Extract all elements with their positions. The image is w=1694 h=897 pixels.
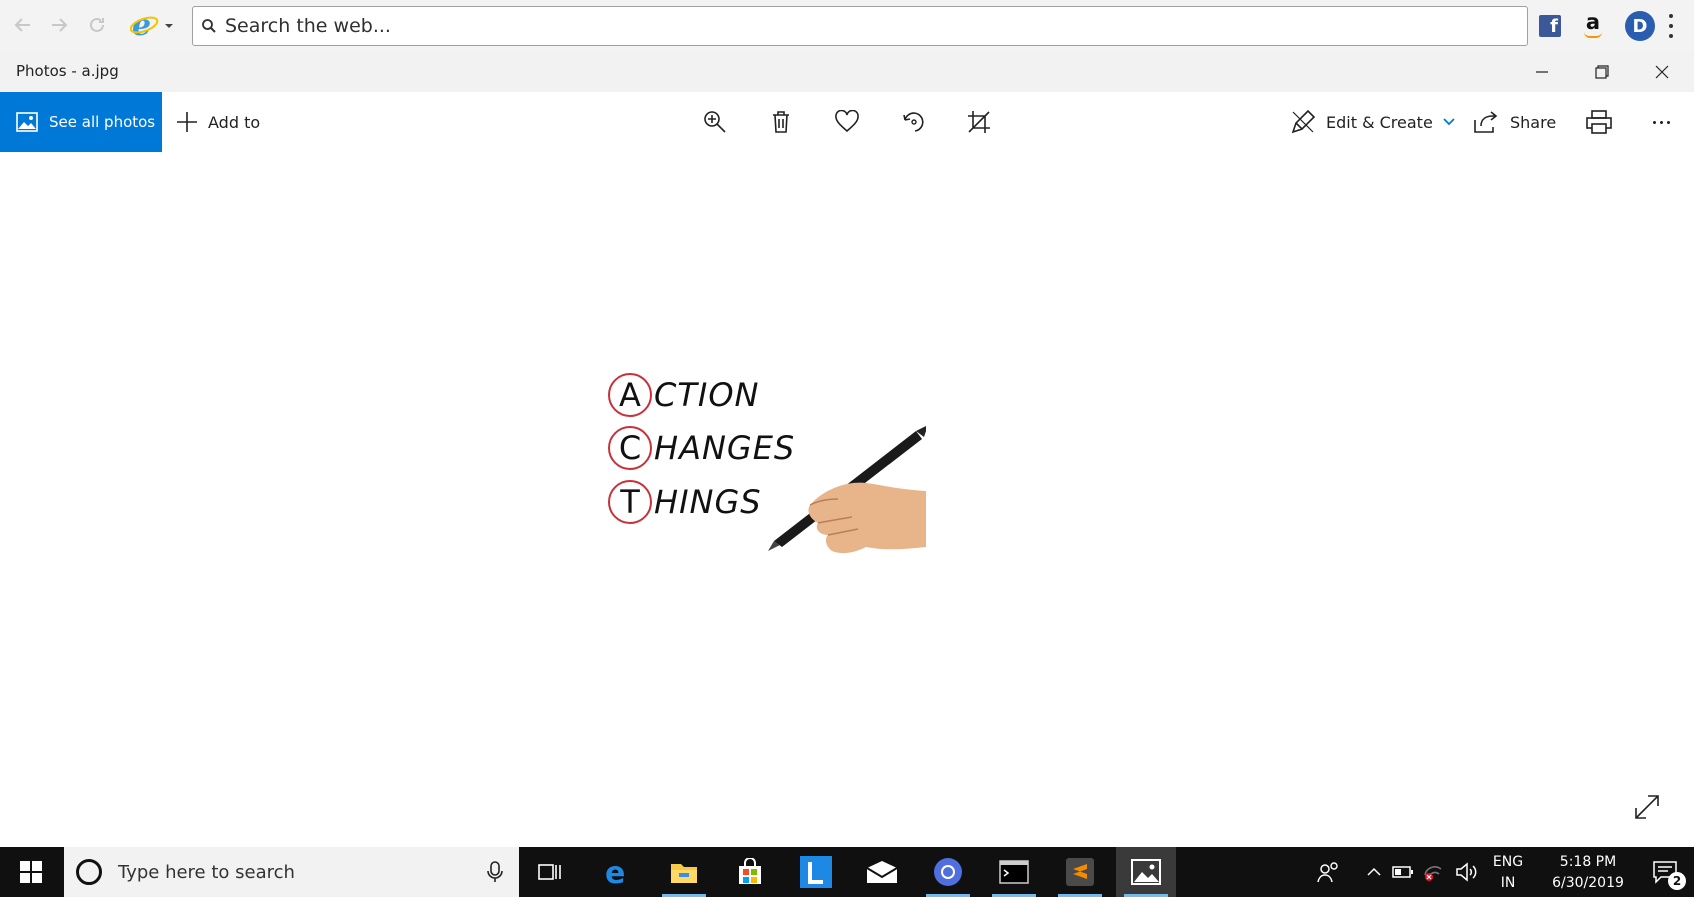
chevron-down-icon bbox=[1443, 118, 1455, 126]
terminal-icon[interactable] bbox=[984, 847, 1044, 897]
action-center-icon[interactable]: 2 bbox=[1636, 847, 1694, 897]
l-app-icon[interactable] bbox=[786, 847, 846, 897]
network-disconnected-icon[interactable] bbox=[1418, 847, 1448, 897]
hand-with-pen-icon bbox=[768, 426, 926, 553]
photo-line-1: A CTION bbox=[608, 373, 759, 417]
photos-gallery-icon bbox=[16, 112, 38, 132]
internet-explorer-icon[interactable]: e bbox=[130, 10, 176, 40]
more-options-icon[interactable] bbox=[1646, 107, 1676, 137]
add-to-label: Add to bbox=[208, 112, 261, 132]
microsoft-store-icon[interactable] bbox=[720, 847, 780, 897]
browser-menu-icon[interactable] bbox=[1666, 14, 1676, 38]
clock-time: 5:18 PM bbox=[1559, 854, 1617, 870]
people-icon[interactable] bbox=[1310, 847, 1346, 897]
share-button[interactable]: Share bbox=[1473, 92, 1556, 152]
windows-start-icon[interactable] bbox=[0, 847, 62, 897]
back-arrow-icon[interactable] bbox=[10, 12, 36, 38]
notification-count-badge: 2 bbox=[1668, 872, 1686, 890]
photos-app-icon[interactable] bbox=[1116, 847, 1176, 897]
window-title-bar: Photos - a.jpg bbox=[0, 51, 1694, 92]
amazon-letter: a bbox=[1585, 10, 1601, 34]
circled-letter: C bbox=[608, 426, 652, 470]
language-code: ENG bbox=[1492, 854, 1524, 870]
cortana-icon bbox=[76, 859, 102, 885]
share-icon bbox=[1474, 111, 1498, 133]
favorite-icon[interactable] bbox=[832, 107, 862, 137]
see-all-photos-label: See all photos bbox=[49, 113, 156, 131]
facebook-icon[interactable]: f bbox=[1539, 15, 1561, 37]
delete-icon[interactable] bbox=[766, 107, 796, 137]
edit-create-button[interactable]: Edit & Create bbox=[1290, 92, 1455, 152]
word-rest: CTION bbox=[654, 376, 760, 414]
share-label: Share bbox=[1510, 112, 1557, 132]
window-title: Photos - a.jpg bbox=[16, 62, 119, 80]
web-search-input[interactable]: Search the web... bbox=[192, 6, 1528, 46]
word-rest: HINGS bbox=[654, 483, 762, 521]
svg-text:e: e bbox=[132, 10, 151, 40]
photo-image: A CTION C HANGES T HINGS bbox=[600, 363, 926, 553]
d-profile-icon[interactable]: D bbox=[1625, 11, 1655, 41]
clock-date: 6/30/2019 bbox=[1552, 875, 1624, 891]
close-icon[interactable] bbox=[1632, 51, 1692, 92]
volume-icon[interactable] bbox=[1450, 847, 1484, 897]
photos-command-bar: See all photos Add to Edit & Create Shar… bbox=[0, 92, 1694, 152]
add-to-button[interactable]: Add to bbox=[176, 92, 260, 152]
search-icon bbox=[193, 18, 225, 34]
edit-create-label: Edit & Create bbox=[1326, 112, 1433, 132]
windows-taskbar: Type here to search e ENG IN 5:18 PM 6/3… bbox=[0, 847, 1694, 897]
minimize-icon[interactable] bbox=[1512, 51, 1572, 92]
taskbar-search-box[interactable]: Type here to search bbox=[64, 847, 519, 897]
edit-pencil-icon bbox=[1291, 109, 1316, 134]
circled-letter: A bbox=[608, 373, 652, 417]
system-clock[interactable]: 5:18 PM 6/30/2019 bbox=[1536, 852, 1640, 894]
zoom-icon[interactable] bbox=[700, 107, 730, 137]
restore-icon[interactable] bbox=[1572, 51, 1632, 92]
rotate-icon[interactable] bbox=[898, 107, 928, 137]
edge-browser-icon[interactable]: e bbox=[588, 847, 648, 897]
file-explorer-icon[interactable] bbox=[654, 847, 714, 897]
photo-line-3: T HINGS bbox=[608, 480, 762, 524]
svg-text:e: e bbox=[605, 857, 625, 887]
forward-arrow-icon[interactable] bbox=[46, 12, 72, 38]
chrome-icon[interactable] bbox=[918, 847, 978, 897]
circled-letter: T bbox=[608, 480, 652, 524]
fullscreen-icon[interactable] bbox=[1632, 792, 1662, 822]
see-all-photos-button[interactable]: See all photos bbox=[0, 92, 162, 152]
region-code: IN bbox=[1500, 875, 1516, 891]
taskbar-search-placeholder: Type here to search bbox=[118, 861, 295, 883]
sublime-text-icon[interactable] bbox=[1050, 847, 1110, 897]
task-view-icon[interactable] bbox=[520, 847, 580, 897]
browser-toolbar: e Search the web... f a D bbox=[0, 0, 1694, 51]
refresh-icon[interactable] bbox=[84, 12, 110, 38]
plus-icon bbox=[177, 112, 197, 132]
chevron-up-icon[interactable] bbox=[1360, 847, 1388, 897]
microphone-icon[interactable] bbox=[487, 861, 503, 883]
amazon-icon[interactable]: a bbox=[1581, 10, 1605, 40]
crop-icon[interactable] bbox=[964, 107, 994, 137]
print-icon[interactable] bbox=[1584, 107, 1614, 137]
input-language[interactable]: ENG IN bbox=[1488, 852, 1528, 894]
mail-icon[interactable] bbox=[852, 847, 912, 897]
battery-icon[interactable] bbox=[1388, 847, 1418, 897]
web-search-placeholder: Search the web... bbox=[225, 15, 391, 37]
